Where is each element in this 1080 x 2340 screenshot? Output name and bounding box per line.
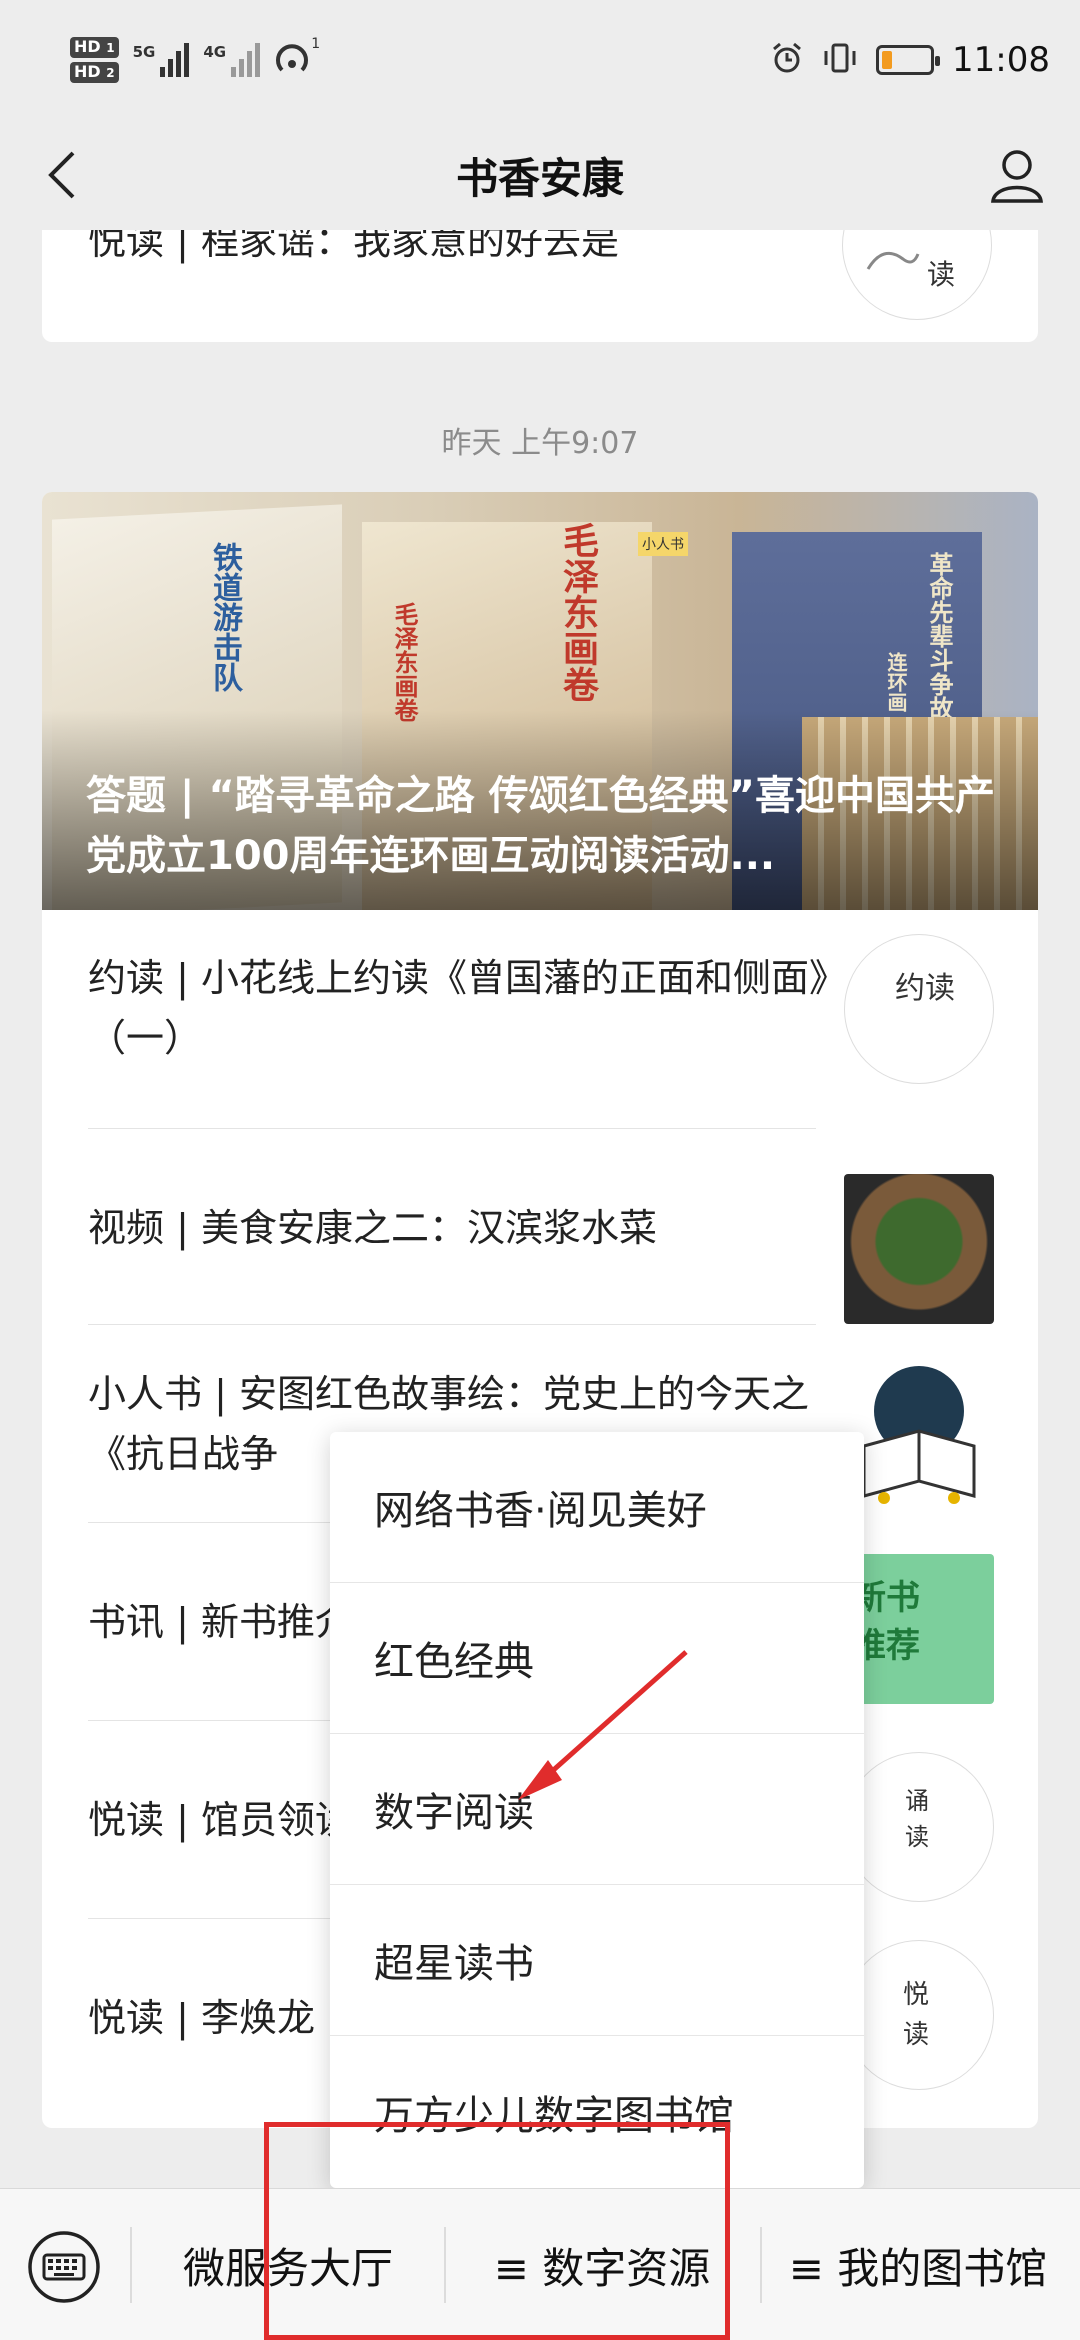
article-title: 视频 | 美食安康之二：汉滨浆水菜	[88, 1206, 657, 1250]
list-item[interactable]: 约读 | 小花线上约读《曾国藩的正面和侧面》（一） 约读	[42, 910, 1038, 1106]
profile-button[interactable]	[984, 142, 1050, 208]
signal-4g-icon: 4G	[203, 43, 261, 77]
previous-article-thumb: 读	[842, 230, 992, 320]
article-thumb-newbooks: 新书推荐	[844, 1554, 994, 1704]
person-icon	[991, 150, 1043, 203]
hd2-badge: HD 2	[70, 62, 119, 83]
page-title: 书香安康	[455, 153, 624, 203]
keyboard-icon	[28, 2231, 100, 2303]
digital-resources-menu: 网络书香·阅见美好 红色经典 数字阅读 超星读书 万方少儿数字图书馆	[330, 1432, 864, 2188]
menu-item-digital-reading[interactable]: 数字阅读	[330, 1734, 864, 1885]
alarm-icon	[770, 41, 804, 79]
menu-item-network-reading[interactable]: 网络书香·阅见美好	[330, 1432, 864, 1583]
hd1-badge: HD 1	[70, 37, 119, 58]
cover-article[interactable]: 铁道游击队 毛泽东画卷 毛泽东画卷 小人书 革命先辈斗争故事 连环画 答题 | …	[42, 492, 1038, 910]
article-thumb-songdu: 诵读	[844, 1752, 994, 1902]
previous-article-card[interactable]: 悦读 | 程家谣：我家意的好去是 读	[42, 230, 1038, 342]
article-title: 约读 | 小花线上约读《曾国藩的正面和侧面》（一）	[88, 956, 847, 1060]
article-thumb-food	[844, 1174, 994, 1324]
hd-indicators: HD 1 HD 2	[70, 37, 119, 83]
signal-5g-icon: 5G	[133, 43, 190, 77]
status-left: HD 1 HD 2 5G 4G 1	[70, 30, 320, 90]
status-bar: HD 1 HD 2 5G 4G 1 11:08	[0, 0, 1080, 120]
nav-header: 书香安康	[0, 120, 1080, 230]
keyboard-toggle-button[interactable]	[26, 2229, 102, 2305]
menu-item-red-classics[interactable]: 红色经典	[330, 1583, 864, 1734]
article-thumb-reading	[844, 1356, 994, 1506]
back-button[interactable]	[30, 142, 96, 208]
bottom-menu-my-library[interactable]: ≡ 我的图书馆	[762, 2227, 1074, 2303]
message-timestamp: 昨天 上午9:07	[441, 426, 639, 461]
status-right: 11:08	[770, 30, 1050, 90]
vibrate-icon	[822, 41, 858, 79]
battery-icon	[876, 45, 941, 75]
annotation-highlight-box	[264, 2122, 730, 2340]
clock-time: 11:08	[952, 40, 1050, 80]
article-thumb-yuedu: 约读	[844, 934, 994, 1084]
menu-item-chaoxing-reading[interactable]: 超星读书	[330, 1885, 864, 2036]
list-item[interactable]: 视频 | 美食安康之二：汉滨浆水菜	[42, 1130, 1038, 1326]
cover-article-title: 答题 | “踏寻革命之路 传颂红色经典”喜迎中国共产党成立100周年连环画互动阅…	[86, 773, 995, 879]
article-thumb-yuedu2: 悦读	[844, 1940, 994, 2090]
hotspot-icon: 1	[274, 36, 320, 80]
chevron-left-icon	[48, 151, 75, 199]
previous-article-title: 悦读 | 程家谣：我家意的好去是	[88, 230, 619, 263]
